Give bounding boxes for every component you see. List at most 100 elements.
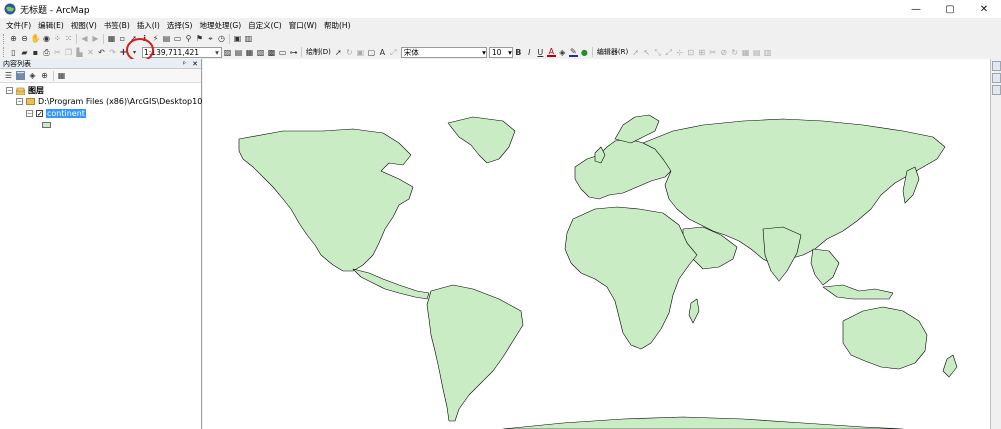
magnifier-icon[interactable]: ▥ — [244, 34, 253, 43]
new-document-icon[interactable]: ▯ — [9, 48, 18, 57]
redo-icon[interactable]: ↷ — [108, 48, 117, 57]
zoom-out-icon[interactable]: ⊖ — [20, 34, 29, 43]
fixed-zoom-in-icon[interactable]: ⁘ — [53, 34, 62, 43]
delete-icon[interactable]: ✕ — [86, 48, 95, 57]
close-icon[interactable]: ✕ — [192, 60, 198, 68]
python-window-icon[interactable]: ▭ — [278, 48, 287, 57]
edit-annotation-icon[interactable]: ↖ — [642, 48, 651, 57]
tree-row-layer[interactable]: − ✓ continent — [26, 109, 86, 118]
chevron-down-icon[interactable]: ▾ — [213, 48, 221, 57]
list-by-selection-icon[interactable]: ⊕ — [40, 71, 49, 80]
edit-vertices-icon[interactable]: ⊡ — [686, 48, 695, 57]
list-by-visibility-icon[interactable]: ◈ — [28, 71, 37, 80]
back-extent-icon[interactable]: ◀ — [80, 34, 89, 43]
end-point-arc-icon[interactable]: ⤢ — [664, 48, 673, 57]
collapse-icon[interactable]: − — [6, 87, 13, 94]
pan-icon[interactable]: ✋ — [31, 34, 41, 43]
toolbar-grip[interactable] — [3, 47, 6, 57]
edit-tool-icon[interactable]: ➚ — [631, 48, 640, 57]
open-icon[interactable]: ▰ — [20, 48, 29, 57]
arctoolbox-tab[interactable] — [992, 85, 1001, 95]
go-to-xy-icon[interactable]: ⌖ — [206, 34, 215, 43]
arctoolbox-icon[interactable]: ▩ — [267, 48, 276, 57]
menu-edit[interactable]: 编辑(E) — [38, 20, 64, 31]
editor-menu[interactable]: 编辑器(R) — [597, 47, 628, 57]
tree-row-legend[interactable] — [42, 122, 51, 128]
find-route-icon[interactable]: ⚑ — [195, 34, 204, 43]
menu-view[interactable]: 视图(V) — [71, 20, 97, 31]
font-size-field[interactable]: 10 ▾ — [488, 46, 513, 58]
time-slider-icon[interactable]: ◷ — [217, 34, 226, 43]
cut-icon[interactable]: ✂ — [53, 48, 62, 57]
menu-help[interactable]: 帮助(H) — [324, 20, 351, 31]
hyperlink-icon[interactable]: ⚡ — [151, 34, 160, 43]
line-color-icon[interactable]: ✎ — [568, 47, 578, 57]
list-by-drawing-order-icon[interactable]: ☰ — [4, 71, 13, 80]
select-elements-icon[interactable]: ➚ — [334, 48, 343, 57]
map-scale-field[interactable]: 1:139,711,421 ▾ — [142, 46, 222, 58]
collapse-icon[interactable]: − — [16, 98, 23, 105]
map-display[interactable] — [203, 59, 990, 429]
tree-row-layers[interactable]: − 图层 — [6, 85, 44, 96]
menu-insert[interactable]: 插入(I) — [137, 20, 160, 31]
chevron-down-icon[interactable]: ▾ — [482, 48, 486, 57]
options-icon[interactable]: ▦ — [57, 71, 66, 80]
rectangle-icon[interactable]: ▢ — [367, 48, 376, 57]
pin-icon[interactable]: ᵖ — [183, 60, 186, 68]
maximize-button[interactable]: ▢ — [933, 0, 967, 18]
fixed-zoom-out-icon[interactable]: ⁙ — [64, 34, 73, 43]
search-tab[interactable] — [992, 73, 1001, 83]
html-popup-icon[interactable]: ▤ — [162, 34, 171, 43]
fill-color-icon[interactable]: ◈ — [558, 48, 567, 57]
create-features-icon[interactable]: ▥ — [763, 48, 772, 57]
layer-visibility-checkbox[interactable]: ✓ — [36, 110, 43, 118]
full-extent-icon[interactable]: ◉ — [42, 34, 51, 43]
toc-window-icon[interactable]: ▤ — [234, 48, 243, 57]
trace-icon[interactable]: ⊹ — [675, 48, 684, 57]
toolbar-grip[interactable] — [3, 33, 6, 44]
catalog-window-icon[interactable]: ▦ — [245, 48, 254, 57]
italic-button[interactable]: I — [525, 48, 534, 57]
menu-selection[interactable]: 选择(S) — [167, 20, 193, 31]
rotate-icon[interactable]: ↻ — [345, 48, 354, 57]
find-icon[interactable]: ⚲ — [184, 34, 193, 43]
zoom-in-icon[interactable]: ⊕ — [9, 34, 18, 43]
sketch-properties-icon[interactable]: ▤ — [752, 48, 761, 57]
measure-icon[interactable]: ▭ — [173, 34, 182, 43]
split-icon[interactable]: ⊘ — [719, 48, 728, 57]
model-builder-icon[interactable]: ⊶ — [289, 48, 298, 57]
minimize-button[interactable]: — — [899, 0, 933, 18]
search-window-icon[interactable]: ▧ — [256, 48, 265, 57]
save-icon[interactable]: ▪ — [31, 48, 40, 57]
zoom-to-elements-icon[interactable]: ▣ — [356, 48, 365, 57]
underline-button[interactable]: U — [536, 48, 545, 57]
tree-row-folder[interactable]: − D:\Program Files (x86)\ArcGIS\Desktop1… — [16, 97, 210, 106]
attributes-icon[interactable]: ▦ — [741, 48, 750, 57]
menu-windows[interactable]: 窗口(W) — [289, 20, 317, 31]
menu-geoprocessing[interactable]: 地理处理(G) — [199, 20, 241, 31]
list-by-source-icon[interactable]: ▤ — [16, 71, 25, 80]
menu-bookmarks[interactable]: 书签(B) — [104, 20, 130, 31]
reshape-icon[interactable]: ⊞ — [697, 48, 706, 57]
legend-symbol-patch[interactable] — [42, 122, 51, 128]
paste-icon[interactable]: ▙ — [75, 48, 84, 57]
close-button[interactable]: ✕ — [967, 0, 1001, 18]
forward-extent-icon[interactable]: ▶ — [91, 34, 100, 43]
catalog-tab[interactable] — [992, 61, 1001, 71]
menu-file[interactable]: 文件(F) — [6, 20, 31, 31]
drawing-menu[interactable]: 绘制(D) — [306, 47, 331, 57]
edit-vertices-icon[interactable]: ⤢ — [389, 48, 398, 57]
marker-color-icon[interactable]: ● — [580, 48, 589, 57]
font-name-field[interactable]: 宋体 ▾ — [400, 46, 487, 58]
rotate-icon[interactable]: ↻ — [730, 48, 739, 57]
collapse-icon[interactable]: − — [26, 110, 33, 117]
select-features-icon[interactable]: ▦ — [107, 34, 116, 43]
new-text-icon[interactable]: A — [378, 48, 387, 57]
clear-selection-icon[interactable]: ▫ — [118, 34, 127, 43]
menu-customize[interactable]: 自定义(C) — [248, 20, 282, 31]
viewer-window-icon[interactable]: ▣ — [233, 34, 242, 43]
cut-polygons-icon[interactable]: ✂ — [708, 48, 717, 57]
undo-icon[interactable]: ↶ — [97, 48, 106, 57]
bold-button[interactable]: B — [514, 48, 523, 57]
print-icon[interactable]: ⎙ — [42, 48, 51, 57]
